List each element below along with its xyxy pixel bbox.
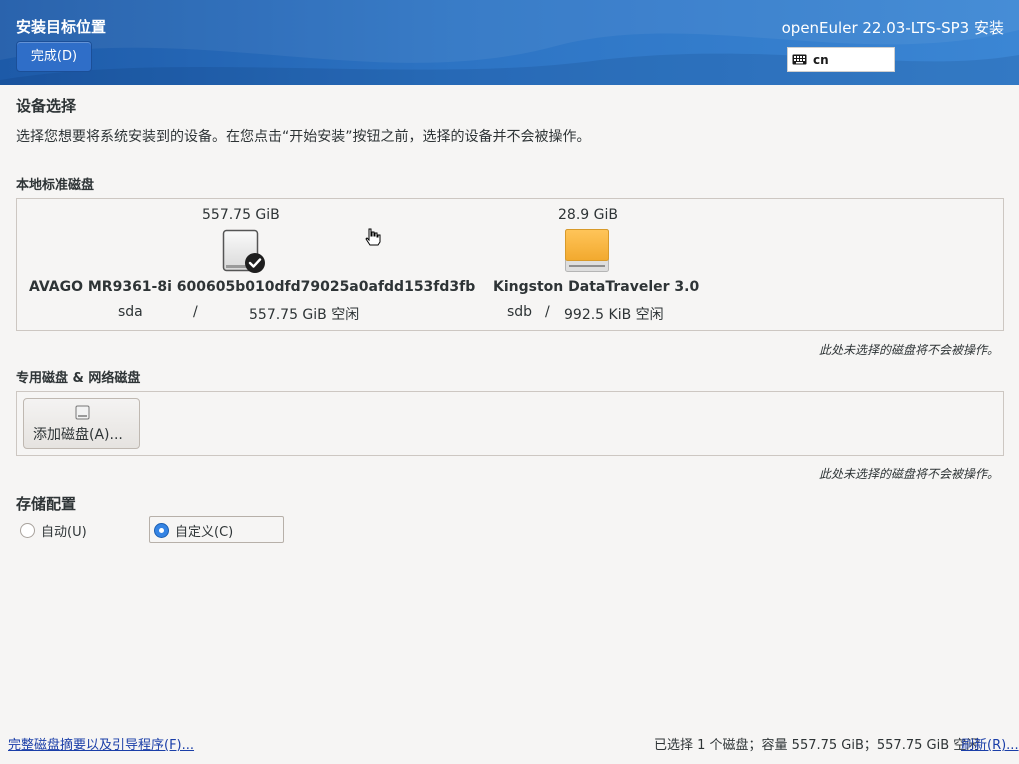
- selection-status: 已选择 1 个磁盘；容量 557.75 GiB；557.75 GiB 空闲: [654, 738, 980, 753]
- storage-option-automatic[interactable]: 自动(U): [20, 521, 87, 540]
- hard-disk-icon: [222, 229, 265, 273]
- device-selection-description: 选择您想要将系统安装到的设备。在您点击“开始安装”按钮之前，选择的设备并不会被操…: [16, 129, 591, 145]
- keyboard-icon: [792, 54, 807, 65]
- device-selection-title: 设备选择: [16, 97, 77, 115]
- keyboard-layout-indicator[interactable]: cn: [787, 47, 895, 72]
- product-title: openEuler 22.03-LTS-SP3 安装: [781, 19, 1004, 37]
- local-disks-panel: 557.75 GiB AVAGO MR9361-8i 600605b010dfd…: [16, 198, 1004, 331]
- storage-config-title: 存储配置: [16, 495, 77, 513]
- radio-automatic[interactable]: [20, 523, 35, 538]
- disk-add-icon: [75, 405, 90, 420]
- disk-device: sdb: [507, 304, 533, 320]
- keyboard-layout-label: cn: [813, 52, 829, 67]
- hand-cursor-icon: [365, 228, 381, 246]
- specialized-disks-panel: [16, 391, 1004, 456]
- disk-separator: /: [193, 304, 198, 320]
- specialized-disks-note: 此处未选择的磁盘将不会被操作。: [818, 467, 999, 481]
- storage-option-custom[interactable]: 自定义(C): [154, 521, 233, 540]
- header-bar: 安装目标位置 完成(D) openEuler 22.03-LTS-SP3 安装 …: [0, 0, 1019, 85]
- disk-size: 28.9 GiB: [558, 207, 618, 223]
- radio-custom-label: 自定义(C): [175, 525, 234, 540]
- done-button[interactable]: 完成(D): [16, 41, 92, 72]
- header-wave-decoration: [0, 0, 1019, 85]
- local-disks-note: 此处未选择的磁盘将不会被操作。: [818, 343, 999, 357]
- add-disk-label: 添加磁盘(A)...: [33, 427, 123, 443]
- add-disk-button[interactable]: 添加磁盘(A)...: [23, 398, 140, 449]
- local-disks-title: 本地标准磁盘: [16, 178, 95, 193]
- disk-free-space: 557.75 GiB 空闲: [249, 307, 360, 323]
- page-title: 安装目标位置: [16, 18, 107, 36]
- disk-free-space: 992.5 KiB 空闲: [564, 307, 664, 323]
- refresh-link[interactable]: 刷新(R)...: [961, 734, 1019, 753]
- disk-name: Kingston DataTraveler 3.0: [493, 279, 700, 295]
- disk-name: AVAGO MR9361-8i 600605b010dfd79025a0afdd…: [29, 279, 476, 295]
- disk-separator: /: [545, 304, 550, 320]
- full-disk-summary-link[interactable]: 完整磁盘摘要以及引导程序(F)...: [8, 734, 194, 753]
- usb-disk-icon: [565, 229, 609, 272]
- specialized-disks-title: 专用磁盘 & 网络磁盘: [16, 371, 141, 386]
- radio-automatic-label: 自动(U): [41, 525, 87, 540]
- disk-device: sda: [118, 304, 143, 320]
- disk-size: 557.75 GiB: [202, 207, 280, 223]
- radio-custom[interactable]: [154, 523, 169, 538]
